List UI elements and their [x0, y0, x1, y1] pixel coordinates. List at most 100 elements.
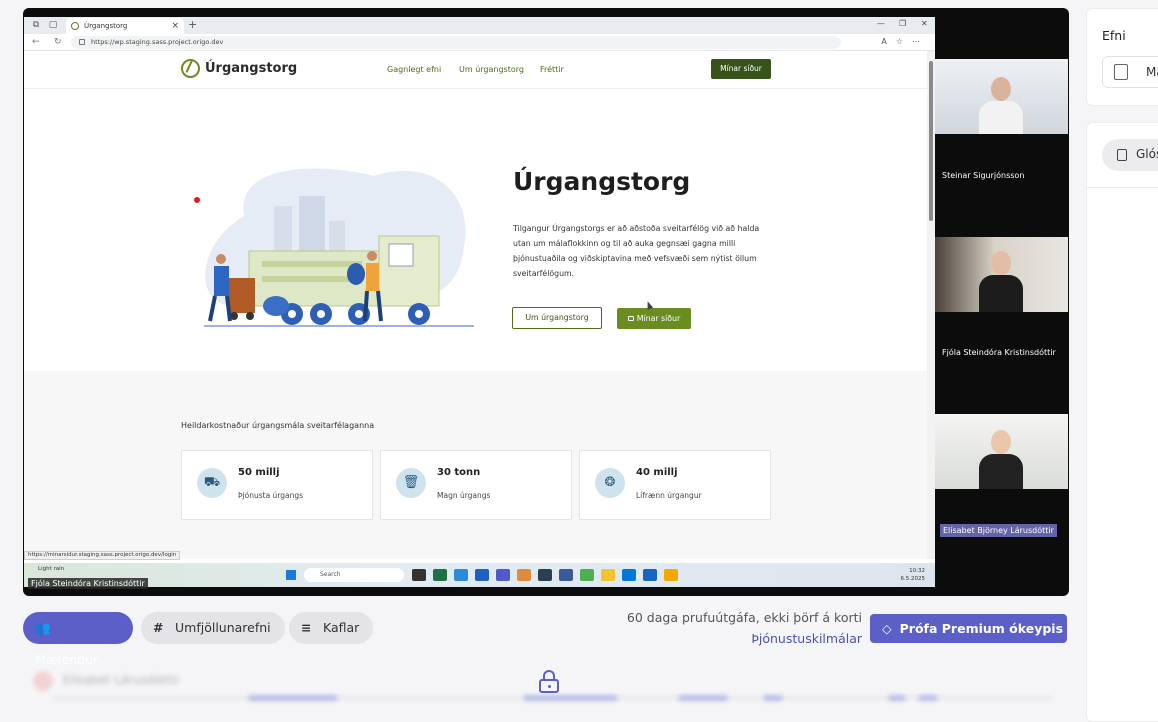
link-status-bar: https://minarsidur.staging.sass.project.…: [24, 551, 181, 560]
document-icon: [1114, 64, 1128, 80]
teams-icon[interactable]: [496, 569, 510, 581]
timeline-segment: [248, 695, 338, 701]
lock-icon: [79, 39, 85, 45]
topics-tab[interactable]: # Umfjöllunarefni: [141, 612, 285, 644]
try-premium-button[interactable]: ◇ Prófa Premium ókeypis: [870, 614, 1067, 643]
browser-address-bar: ← ↻ https://wp.staging.sass.project.orig…: [24, 34, 935, 51]
presenter-name-tag: Fjóla Steindóra Kristinsdóttir: [28, 578, 148, 589]
refresh-icon[interactable]: ↻: [54, 37, 62, 47]
participant-name-2: Fjóla Steindóra Kristinsdóttir: [942, 348, 1056, 357]
nav-gagnlegt-efni[interactable]: Gagnlegt efni: [387, 65, 441, 74]
lock-icon: [627, 316, 634, 321]
participant-video-1[interactable]: [935, 59, 1068, 134]
hero-title: Úrgangstorg: [513, 167, 691, 196]
list-icon: ≡: [301, 620, 312, 635]
new-tab-icon[interactable]: +: [188, 18, 197, 31]
taskbar-search[interactable]: Search: [304, 568, 404, 582]
glossary-label: Glós: [1136, 147, 1158, 161]
stat-label: Magn úrgangs: [437, 491, 491, 500]
browser-tab-bar: ⧉ ▢ Úrgangstorg × + — ❐ ✕: [24, 17, 935, 34]
truck-icon: ⛟: [197, 468, 227, 498]
clock-time: 10:32: [909, 568, 925, 574]
avatar: [33, 671, 53, 691]
timeline-segment: [678, 695, 728, 701]
timeline-segment: [523, 695, 618, 701]
minar-sidur-label: Mínar síður: [636, 314, 681, 323]
url-field[interactable]: https://wp.staging.sass.project.origo.de…: [71, 36, 841, 49]
weather-widget[interactable]: Light rain: [38, 566, 64, 573]
content-file-label: Ma: [1146, 65, 1158, 79]
trial-info-text: 60 daga prufuútgáfa, ekki þörf á korti: [626, 610, 862, 625]
restore-icon[interactable]: ❐: [899, 19, 906, 28]
app-icon[interactable]: [643, 569, 657, 581]
app-icon[interactable]: [664, 569, 678, 581]
header-minar-sidur-button[interactable]: Mínar síður: [711, 59, 771, 79]
file-explorer-icon[interactable]: [601, 569, 615, 581]
stat-card-service: ⛟ 50 millj Þjónusta úrgangs: [181, 450, 373, 520]
glossary-button[interactable]: Glós: [1102, 139, 1158, 171]
participant-video-2[interactable]: [935, 237, 1068, 312]
minar-sidur-button[interactable]: Mínar síður: [617, 308, 691, 329]
scroll-thumb[interactable]: [929, 61, 933, 221]
app-icon[interactable]: [580, 569, 594, 581]
hashtag-icon: #: [153, 620, 164, 635]
note-icon: [1117, 149, 1127, 161]
site-logo-text[interactable]: Úrgangstorg: [205, 61, 297, 76]
app-icon[interactable]: [559, 569, 573, 581]
browser-toolbar-icons[interactable]: A☆⋯: [881, 37, 929, 46]
tab-actions-icon[interactable]: ▢: [48, 20, 58, 30]
padlock-icon[interactable]: [538, 670, 560, 693]
trash-icon: 🗑: [396, 468, 426, 498]
diamond-icon: ◇: [882, 621, 892, 636]
try-premium-label: Prófa Premium ókeypis: [899, 621, 1064, 636]
chrome-icon[interactable]: [517, 569, 531, 581]
terms-link[interactable]: Þjónustuskilmálar: [751, 631, 862, 646]
app-icon[interactable]: [622, 569, 636, 581]
windows-taskbar: Light rain Search 10:32 6.5.2025: [24, 563, 935, 587]
people-icon: 👥: [35, 620, 51, 635]
site-header: Úrgangstorg Gagnlegt efni Um úrgangstorg…: [24, 51, 927, 89]
app-icon[interactable]: [538, 569, 552, 581]
stat-card-amount: 🗑 30 tonn Magn úrgangs: [380, 450, 572, 520]
close-window-icon[interactable]: ✕: [921, 19, 928, 28]
leaf-logo-icon[interactable]: [181, 59, 200, 78]
timeline-segment: [888, 695, 906, 701]
timeline-segment: [918, 695, 938, 701]
stats-title: Heildarkostnaður úrgangsmála sveitarféla…: [181, 421, 375, 430]
stat-label: Þjónusta úrgangs: [238, 491, 304, 500]
participant-name-3: Elísabet Björney Lárusdóttir: [940, 524, 1057, 537]
stat-value: 50 millj: [238, 467, 280, 478]
speakers-tab[interactable]: 👥Mælendur: [23, 612, 133, 667]
taskbar-clock[interactable]: 10:32 6.5.2025: [901, 567, 926, 583]
windows-start-icon[interactable]: [286, 570, 296, 580]
site-favicon-icon: [71, 22, 79, 30]
timeline-segment: [763, 695, 783, 701]
um-urgangstorg-button[interactable]: Um úrgangstorg: [512, 307, 602, 329]
nav-frettir[interactable]: Fréttir: [540, 65, 564, 74]
notes-panel: [1086, 122, 1158, 722]
garbage-truck-illustration: [204, 168, 474, 327]
stat-value: 40 millj: [636, 467, 678, 478]
edge-icon[interactable]: [454, 569, 468, 581]
recording-player[interactable]: ⧉ ▢ Úrgangstorg × + — ❐ ✕ ← ↻ https://wp…: [23, 8, 1069, 596]
clock-date: 6.5.2025: [900, 576, 926, 582]
nav-um-urgangstorg[interactable]: Um úrgangstorg: [459, 65, 524, 74]
outlook-icon[interactable]: [475, 569, 489, 581]
browser-tab-title: Úrgangstorg: [84, 22, 128, 30]
chapters-tab-label: Kaflar: [323, 620, 360, 635]
minimize-icon[interactable]: —: [877, 19, 885, 28]
back-icon[interactable]: ←: [32, 37, 40, 47]
stat-card-organic: ❂ 40 millj Lífrænn úrgangur: [579, 450, 771, 520]
page-scrollbar[interactable]: [927, 51, 935, 559]
content-file-item[interactable]: Ma: [1102, 56, 1158, 88]
browser-tab[interactable]: Úrgangstorg ×: [66, 18, 184, 34]
workspaces-icon[interactable]: ⧉: [31, 20, 41, 30]
hero-description: Tilgangur Úrgangstorgs er að aðstoða sve…: [513, 224, 760, 278]
chapters-tab[interactable]: ≡ Kaflar: [289, 612, 374, 644]
topics-tab-label: Umfjöllunarefni: [175, 620, 271, 635]
excel-icon[interactable]: [433, 569, 447, 581]
participant-video-3[interactable]: [935, 414, 1068, 489]
timeline-speaker-name: Elísabet Lárusdóttir: [63, 673, 180, 687]
close-tab-icon[interactable]: ×: [171, 18, 179, 34]
task-view-icon[interactable]: [412, 569, 426, 581]
